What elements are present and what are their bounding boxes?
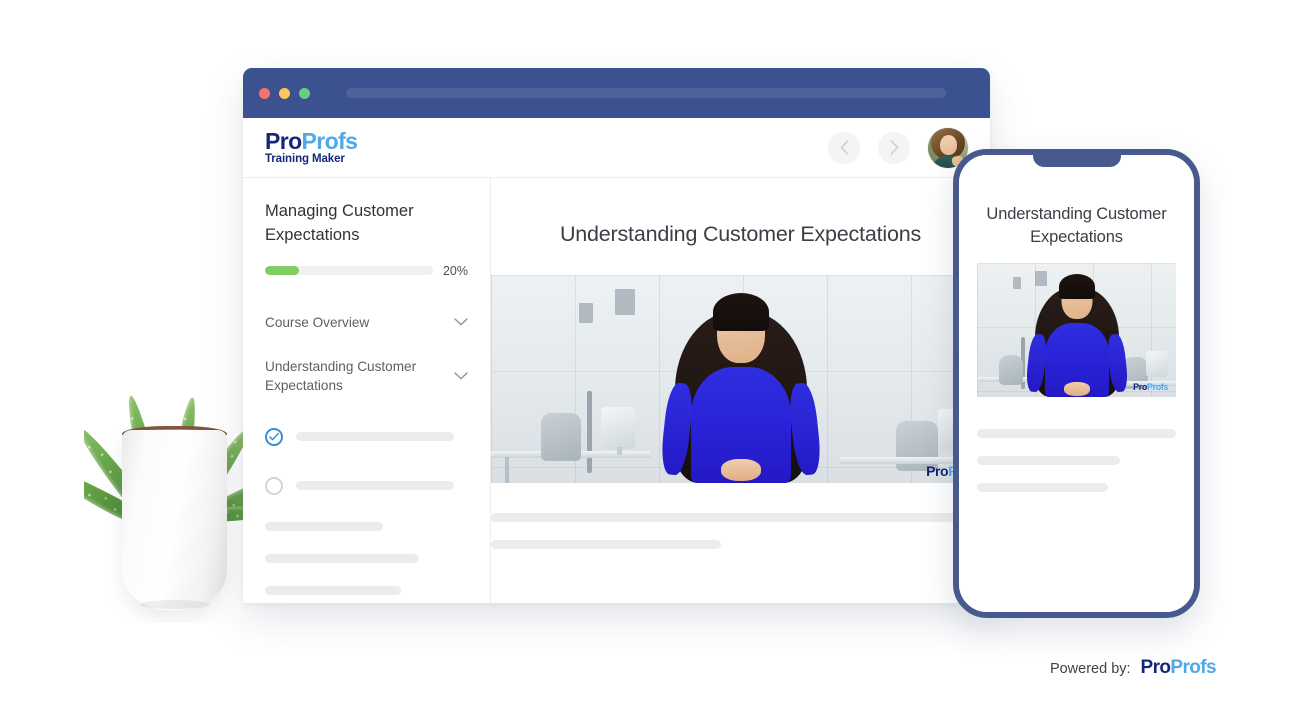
next-button[interactable] [878,131,910,164]
skeleton-bar [265,585,401,595]
logo-text-profs: Profs [1170,657,1216,678]
lesson-content: Understanding Customer Expectations Pro [491,178,990,603]
sidebar-section-course-overview[interactable]: Course Overview [265,304,468,341]
chevron-left-icon [840,140,848,155]
circle-icon [265,476,283,495]
monitor-stand [617,447,622,455]
avatar-face [940,134,957,155]
sidebar-section-label: Course Overview [265,314,370,330]
lesson-title-placeholder [296,481,455,491]
sidebar-skeleton [265,521,468,595]
phone-screen: Understanding Customer Expectations ProP… [959,155,1194,612]
phone-notch [1032,155,1121,167]
office-monitor [1146,350,1168,377]
chevron-right-icon [890,140,898,155]
desk-leg [505,457,509,483]
lesson-video-player[interactable]: ProProfs [977,262,1176,397]
skeleton-bar [491,540,721,549]
wall-fixture [1013,276,1021,289]
office-chair [999,354,1023,385]
progress-label: 20% [442,263,468,278]
logo-text-profs: Profs [301,127,358,154]
wall-fixture [615,289,635,315]
plant-pot-shadow [140,600,210,609]
powered-by-footer: Powered by: ProProfs [1049,657,1217,679]
check-circle-icon [265,427,283,446]
minimize-window-button[interactable] [279,87,290,99]
window-controls [259,87,310,99]
sidebar-section-label: Understanding Customer Expectations [265,359,417,394]
presenter-hands [720,459,761,481]
video-presenter [1024,263,1129,397]
skeleton-bar [265,553,420,563]
app-header: ProProfs Training Maker [243,118,990,178]
skeleton-bar [491,513,990,522]
skeleton-bar [265,521,383,531]
desk-divider-pole [587,391,592,473]
plant-pot [122,430,227,610]
skeleton-bar [977,455,1121,465]
list-item[interactable] [265,468,468,504]
close-window-button[interactable] [259,87,270,99]
chevron-down-icon [454,318,468,326]
proprofs-watermark: ProProfs [1133,381,1168,392]
browser-titlebar [243,68,990,118]
office-chair [541,413,581,461]
progress-track [265,266,433,276]
proprofs-logo: ProProfs Training Maker [265,127,358,166]
presenter-hands [1063,381,1090,396]
course-title: Managing Customer Expectations [265,202,414,244]
watermark-pro: Pro [1133,381,1147,392]
presenter-hair-top [712,293,769,331]
header-actions [828,127,968,168]
sidebar-section-understanding-customer-expectations[interactable]: Understanding Customer Expectations [265,341,468,405]
content-skeleton [491,483,990,549]
wall-fixture [579,303,593,323]
previous-button[interactable] [828,131,860,164]
watermark-pro: Pro [926,463,949,479]
page-title: Understanding Customer Expectations [986,205,1167,246]
content-skeleton [977,428,1176,510]
office-monitor [601,407,635,449]
logo-tagline: Training Maker [265,152,345,165]
logo-text-pro: Pro [1140,657,1171,678]
course-sidebar: Managing Customer Expectations 20% Cours… [243,178,491,603]
presenter-hair-top [1058,273,1095,299]
video-presenter [658,275,823,483]
watermark-profs: Profs [1146,381,1168,392]
proprofs-logo: ProProfs [1140,657,1217,679]
logo-text-pro: Pro [265,127,302,154]
chevron-down-icon [454,372,468,380]
page-title: Understanding Customer Expectations [559,222,922,246]
lesson-video-player[interactable]: ProProfs [491,275,990,483]
course-progress: 20% [265,264,468,278]
app-body: Managing Customer Expectations 20% Cours… [243,178,990,603]
list-item[interactable] [265,419,468,455]
phone-mockup: Understanding Customer Expectations ProP… [953,149,1200,618]
skeleton-bar [977,428,1176,438]
skeleton-bar [977,482,1109,492]
lesson-title-placeholder [296,432,455,442]
browser-window: ProProfs Training Maker Managing Custome… [243,68,990,603]
powered-by-label: Powered by: [1049,661,1131,677]
address-bar[interactable] [346,88,946,98]
maximize-window-button[interactable] [299,87,310,99]
progress-fill [265,266,299,276]
decorative-plant [84,288,264,623]
